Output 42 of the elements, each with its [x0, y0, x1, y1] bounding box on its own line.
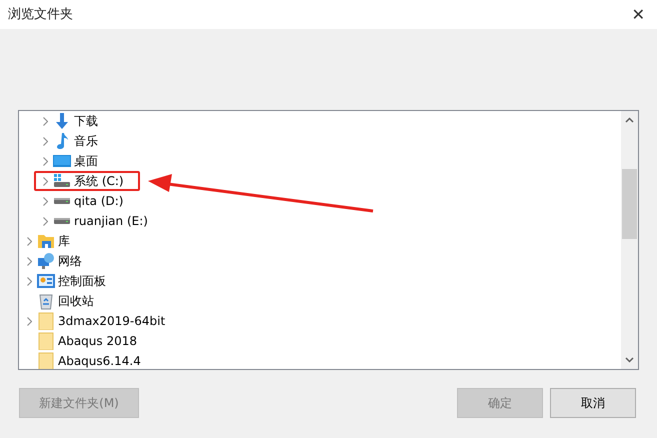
- folder-tree-item[interactable]: 回收站: [58, 292, 94, 310]
- scrollbar[interactable]: [621, 111, 638, 369]
- network-icon: [37, 252, 55, 270]
- folder-tree-item[interactable]: Abaqus 2018: [58, 332, 138, 350]
- library-folder-icon: [37, 232, 55, 250]
- folder-icon: [37, 312, 55, 330]
- download-arrow-icon: [53, 112, 71, 130]
- folder-tree-item[interactable]: ruanjian (E:): [74, 212, 148, 230]
- recycle-bin-icon: [37, 292, 55, 310]
- close-button[interactable]: ✕: [632, 6, 645, 22]
- expand-chevron-icon[interactable]: [26, 316, 32, 326]
- folder-icon: [37, 352, 55, 369]
- expand-chevron-icon[interactable]: [42, 216, 48, 226]
- window-title: 浏览文件夹: [8, 6, 73, 24]
- folder-tree-item[interactable]: 控制面板: [58, 272, 106, 290]
- folder-tree-item[interactable]: 库: [58, 232, 70, 250]
- folder-tree-item[interactable]: 3dmax2019-64bit: [58, 312, 166, 330]
- scroll-up-icon[interactable]: [625, 117, 634, 123]
- folder-icon: [37, 332, 55, 350]
- expand-chevron-icon[interactable]: [26, 236, 32, 246]
- folder-tree-item[interactable]: 系统 (C:): [74, 172, 124, 190]
- drive-icon: [54, 198, 70, 204]
- folder-tree-item[interactable]: 音乐: [74, 132, 98, 150]
- expand-chevron-icon[interactable]: [42, 156, 48, 166]
- expand-chevron-icon[interactable]: [26, 276, 32, 286]
- control-panel-icon: [37, 272, 55, 290]
- drive-icon: [54, 218, 70, 224]
- folder-tree-item[interactable]: qita (D:): [74, 192, 124, 210]
- expand-chevron-icon[interactable]: [26, 256, 32, 266]
- folder-tree-item[interactable]: 网络: [58, 252, 82, 270]
- folder-tree-item[interactable]: 桌面: [74, 152, 98, 170]
- expand-chevron-icon[interactable]: [42, 136, 48, 146]
- drive-icon: [53, 172, 71, 190]
- scroll-thumb[interactable]: [622, 169, 637, 239]
- scroll-down-icon[interactable]: [625, 357, 634, 363]
- expand-chevron-icon[interactable]: [42, 196, 48, 206]
- folder-tree-item[interactable]: Abaqus6.14.4: [58, 352, 141, 369]
- expand-chevron-icon[interactable]: [42, 116, 48, 126]
- expand-chevron-icon[interactable]: [42, 176, 48, 186]
- monitor-icon: [53, 152, 71, 170]
- folder-tree-item[interactable]: 下载: [74, 112, 98, 130]
- dialog-button[interactable]: 取消: [550, 388, 636, 418]
